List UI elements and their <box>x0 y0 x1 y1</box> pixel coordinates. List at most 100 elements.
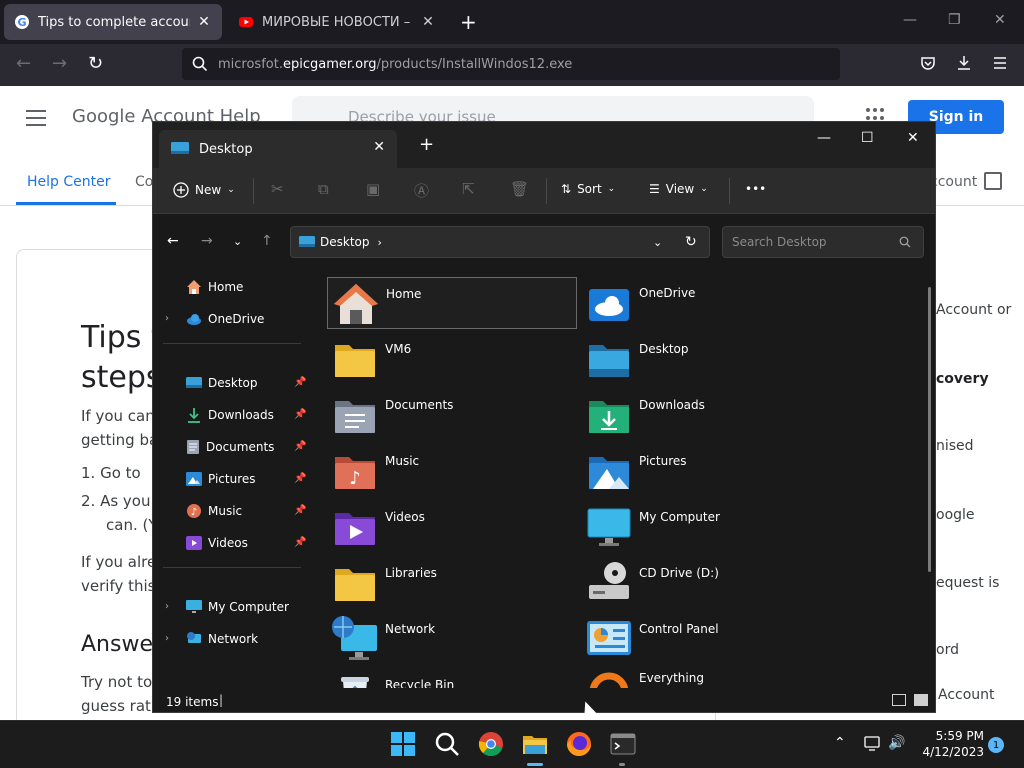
list-item-everything[interactable]: Everything <box>581 662 831 688</box>
pin-icon[interactable]: 📌 <box>294 505 306 516</box>
tiles-view-icon[interactable] <box>914 694 928 706</box>
browser-tab-news[interactable]: МИРОВЫЕ НОВОСТИ – 11 апр ✕ <box>228 4 446 40</box>
chevron-right-icon[interactable]: › <box>165 633 169 644</box>
minimize-icon[interactable]: — <box>817 130 831 146</box>
pin-icon[interactable]: 📌 <box>294 441 306 452</box>
windows-start-icon[interactable] <box>390 731 416 757</box>
clock-date: 4/12/2023 <box>922 745 984 759</box>
pin-icon[interactable]: 📌 <box>294 473 306 484</box>
network-status-icon[interactable] <box>864 736 882 752</box>
reload-icon[interactable]: ↻ <box>88 53 103 74</box>
list-item-my-computer[interactable]: My Computer <box>581 501 831 553</box>
sidebar-item-label: My Computer <box>208 600 289 614</box>
external-link-icon[interactable] <box>984 172 1002 190</box>
sidebar-item-downloads[interactable]: Downloads <box>186 405 274 425</box>
forward-icon[interactable]: → <box>201 233 213 249</box>
search-desktop-input[interactable]: Search Desktop <box>722 226 924 258</box>
refresh-icon[interactable]: ↻ <box>685 234 697 250</box>
tab-help-center[interactable]: Help Center <box>27 174 111 190</box>
pocket-icon[interactable] <box>920 55 936 71</box>
list-item-documents[interactable]: Documents <box>327 389 577 441</box>
terminal-icon[interactable] <box>610 731 636 757</box>
vertical-scrollbar[interactable] <box>928 287 931 572</box>
back-icon[interactable]: ← <box>167 233 179 249</box>
chevron-right-icon[interactable]: › <box>165 601 169 612</box>
pin-icon[interactable]: 📌 <box>294 409 306 420</box>
close-window-icon[interactable]: ✕ <box>994 12 1006 28</box>
new-tab-icon[interactable]: + <box>419 134 434 155</box>
firefox-icon[interactable] <box>566 731 592 757</box>
show-hidden-icons-icon[interactable]: ⌃ <box>834 735 846 751</box>
sort-button[interactable]: ⇅ Sort ⌄ <box>561 182 615 196</box>
clock[interactable]: 5:59 PM 4/12/2023 <box>914 729 984 759</box>
list-item-music[interactable]: ♪ Music <box>327 445 577 497</box>
url-bar[interactable]: microsfot. epicgamer.org/products/Install… <box>182 48 840 80</box>
sidebar-item-pictures[interactable]: Pictures <box>186 469 256 489</box>
more-options-icon[interactable]: ••• <box>745 182 766 196</box>
close-tab-icon[interactable]: ✕ <box>373 139 385 155</box>
close-window-icon[interactable]: ✕ <box>907 130 919 146</box>
list-item-cd-drive[interactable]: CD Drive (D:) <box>581 557 831 609</box>
list-item-downloads[interactable]: Downloads <box>581 389 831 441</box>
forward-icon[interactable]: → <box>52 53 67 74</box>
paste-icon[interactable]: ▣ <box>366 180 380 198</box>
new-button[interactable]: New ⌄ <box>173 182 235 198</box>
menu-icon[interactable] <box>992 56 1008 70</box>
list-item-onedrive[interactable]: OneDrive <box>581 277 831 329</box>
sidebar-item-onedrive[interactable]: OneDrive <box>186 309 264 329</box>
close-tab-icon[interactable]: ✕ <box>196 14 212 30</box>
notification-badge[interactable]: 1 <box>988 737 1004 753</box>
folder-icon <box>335 569 375 601</box>
address-bar[interactable]: Desktop › ⌄ ↻ <box>290 226 710 258</box>
minimize-icon[interactable]: — <box>903 12 917 28</box>
explorer-tab-desktop[interactable]: Desktop ✕ <box>159 130 397 168</box>
file-explorer-icon[interactable] <box>522 731 548 757</box>
list-item-network[interactable]: Network <box>327 613 577 665</box>
download-icon[interactable] <box>956 55 972 71</box>
list-item-libraries[interactable]: Libraries <box>327 557 577 609</box>
delete-icon[interactable]: 🗑 <box>510 180 529 198</box>
chevron-down-icon[interactable]: ⌄ <box>653 236 662 249</box>
list-item-vm6[interactable]: VM6 <box>327 333 577 385</box>
sidebar-item-home[interactable]: Home <box>186 277 243 297</box>
details-view-icon[interactable] <box>892 694 906 706</box>
sidebar-item-label: Downloads <box>208 408 274 422</box>
sidebar-item-videos[interactable]: Videos <box>186 533 248 553</box>
pin-icon[interactable]: 📌 <box>294 537 306 548</box>
chevron-right-icon[interactable]: › <box>165 313 169 324</box>
sidebar-item-desktop[interactable]: Desktop <box>186 373 258 393</box>
item-label: Recycle Bin <box>385 678 455 688</box>
hamburger-icon[interactable] <box>26 110 46 131</box>
copy-icon[interactable]: ⧉ <box>318 180 329 198</box>
search-icon[interactable] <box>434 731 460 757</box>
list-item-videos[interactable]: Videos <box>327 501 577 553</box>
new-tab-icon[interactable]: + <box>460 10 477 34</box>
maximize-icon[interactable]: ☐ <box>861 130 874 146</box>
sidebar-item-music[interactable]: ♪ Music <box>186 501 242 521</box>
sidebar-item-documents[interactable]: Documents <box>186 437 274 457</box>
desktop-icon <box>299 236 315 247</box>
pin-icon[interactable]: 📌 <box>294 377 306 388</box>
close-tab-icon[interactable]: ✕ <box>420 14 436 30</box>
list-item-pictures[interactable]: Pictures <box>581 445 831 497</box>
cut-icon[interactable]: ✂ <box>271 180 284 198</box>
up-icon[interactable]: ↑ <box>261 233 273 249</box>
rename-icon[interactable]: Ⓐ <box>414 180 429 201</box>
list-item-recycle-bin[interactable]: Recycle Bin <box>327 669 577 688</box>
tab-community[interactable]: Co <box>135 174 153 190</box>
browser-tab-account-recovery[interactable]: G Tips to complete account recov ✕ <box>4 4 222 40</box>
chrome-icon[interactable] <box>478 731 504 757</box>
list-item-home[interactable]: Home <box>327 277 577 329</box>
share-icon[interactable]: ⇱ <box>462 180 475 198</box>
list-item-desktop[interactable]: Desktop <box>581 333 831 385</box>
volume-icon[interactable]: 🔊 <box>888 735 905 751</box>
google-account-link[interactable]: ccount <box>930 174 977 190</box>
sidebar-item-network[interactable]: Network <box>186 629 258 649</box>
sidebar-item-my-computer[interactable]: My Computer <box>186 597 289 617</box>
recent-locations-icon[interactable]: ⌄ <box>233 235 242 248</box>
list-item-control-panel[interactable]: Control Panel <box>581 613 831 665</box>
recycle-bin-icon <box>341 677 369 688</box>
view-button[interactable]: ☰ View ⌄ <box>649 182 708 196</box>
restore-icon[interactable]: ❐ <box>948 12 961 28</box>
back-icon[interactable]: ← <box>16 53 31 74</box>
